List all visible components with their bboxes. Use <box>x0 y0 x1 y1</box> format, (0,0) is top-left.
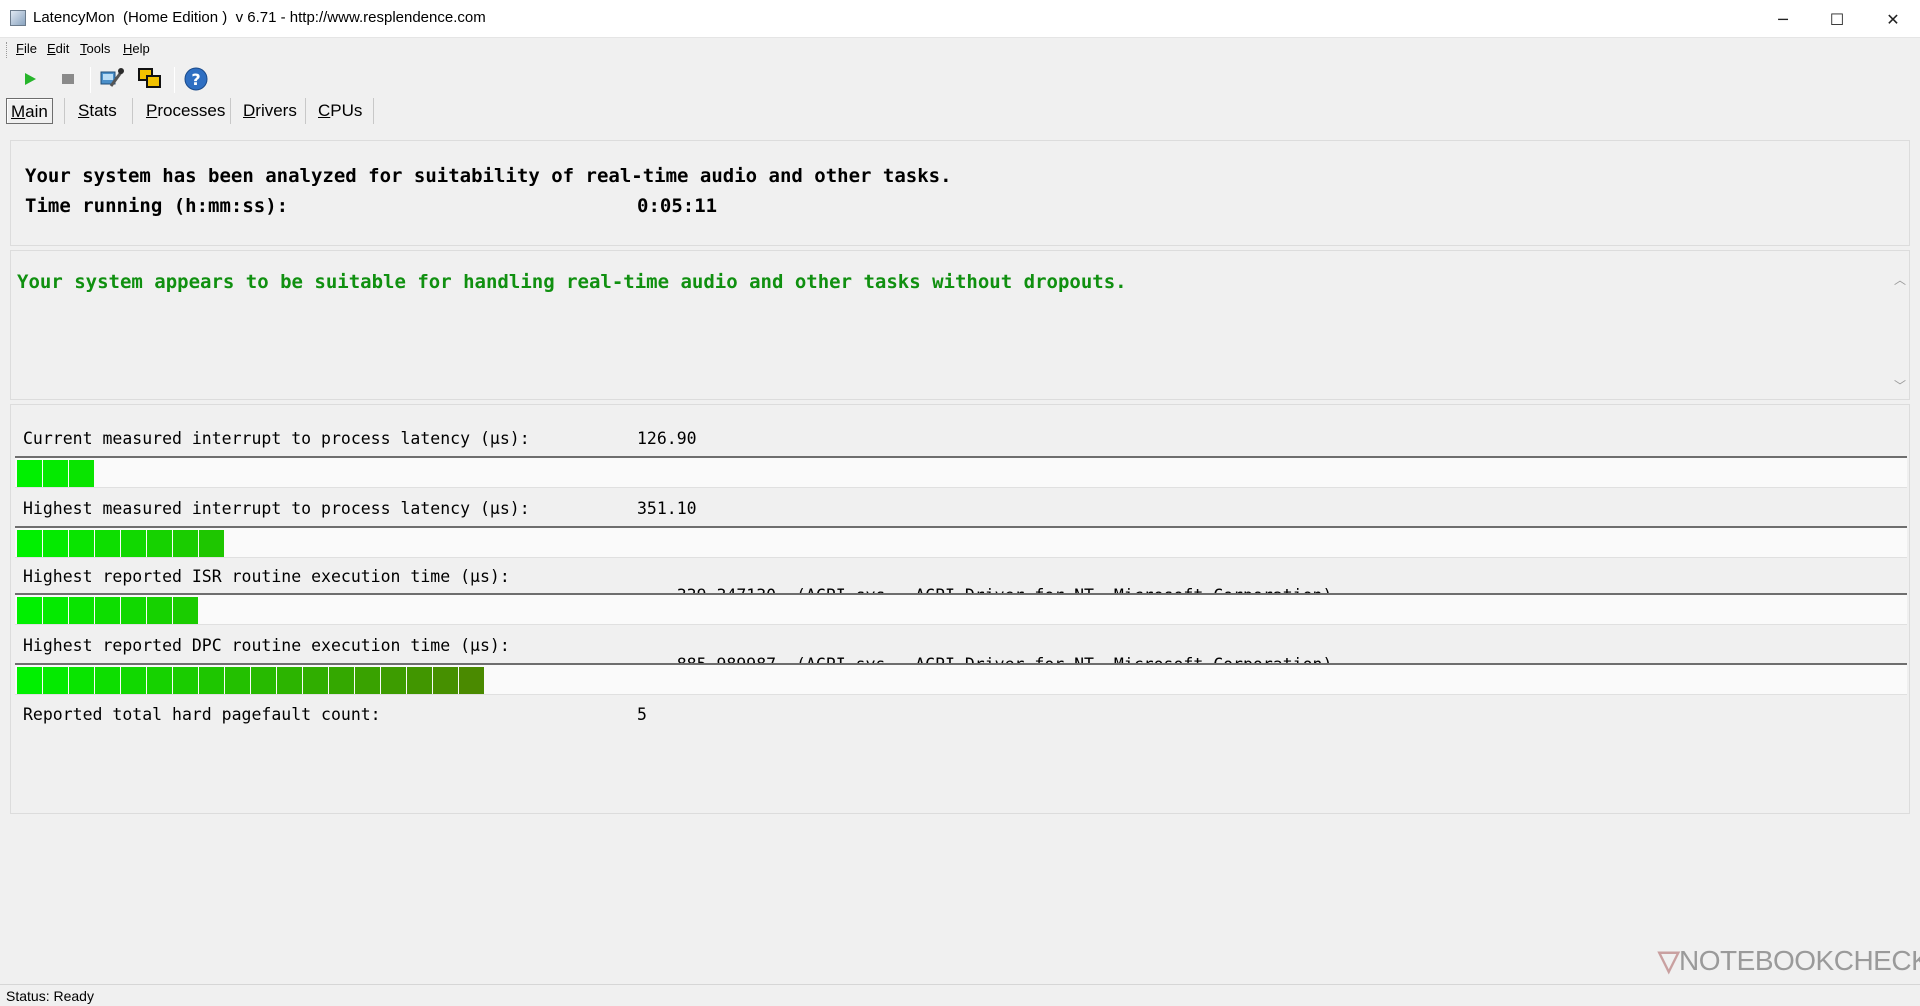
meter-segment <box>17 667 42 694</box>
analyze-icon[interactable] <box>98 65 126 93</box>
meter-segment <box>407 667 432 694</box>
menu-edit[interactable]: Edit <box>47 41 69 56</box>
meter-segment <box>147 530 172 557</box>
status-bar: Status: Ready <box>0 984 1920 1006</box>
meter-segment <box>69 597 94 624</box>
meter-segment <box>17 530 42 557</box>
tab-separator <box>132 98 133 124</box>
tab-separator <box>305 98 306 124</box>
metric-label: Highest measured interrupt to process la… <box>23 499 530 518</box>
menu-file[interactable]: File <box>16 41 37 56</box>
window-title: LatencyMon (Home Edition ) v 6.71 - http… <box>33 9 486 26</box>
metric-label: Current measured interrupt to process la… <box>23 429 530 448</box>
meter-segment <box>147 667 172 694</box>
tab-separator <box>64 98 65 124</box>
meter-segment <box>433 667 458 694</box>
meter-segment <box>43 667 68 694</box>
meter-segment <box>355 667 380 694</box>
close-button[interactable]: ✕ <box>1866 0 1920 38</box>
summary-panel: Your system has been analyzed for suitab… <box>10 140 1910 246</box>
meter-segment <box>17 597 42 624</box>
meter-segment <box>173 530 198 557</box>
time-running-value: 0:05:11 <box>637 195 718 217</box>
title-bar: LatencyMon (Home Edition ) v 6.71 - http… <box>0 0 1920 38</box>
meter-segment <box>199 530 224 557</box>
tab-separator <box>230 98 231 124</box>
meter-segment <box>95 597 120 624</box>
meter-segment <box>69 460 94 487</box>
play-icon[interactable] <box>16 65 44 93</box>
meter-segment <box>173 597 198 624</box>
meter-segment <box>121 530 146 557</box>
metric-label: Highest reported ISR routine execution t… <box>23 567 510 586</box>
meter-segment <box>43 597 68 624</box>
meter-segment <box>173 667 198 694</box>
pagefault-label: Reported total hard pagefault count: <box>23 705 381 724</box>
stop-icon[interactable] <box>54 65 82 93</box>
verdict-text: Your system appears to be suitable for h… <box>17 271 1127 293</box>
tab-drivers[interactable]: Drivers <box>243 98 297 124</box>
tab-stats[interactable]: Stats <box>78 98 117 124</box>
minimize-button[interactable]: ─ <box>1756 0 1810 38</box>
latency-meter <box>15 526 1907 558</box>
tab-processes[interactable]: Processes <box>146 98 225 124</box>
metric-value: 351.10 <box>637 499 697 518</box>
meter-segment <box>381 667 406 694</box>
help-icon[interactable]: ? <box>182 65 210 93</box>
tab-main[interactable]: Main <box>6 98 53 124</box>
metrics-panel: Current measured interrupt to process la… <box>10 404 1910 814</box>
meter-segment <box>459 667 484 694</box>
latency-meter <box>15 456 1907 488</box>
meter-segment <box>147 597 172 624</box>
meter-segment <box>95 667 120 694</box>
meter-segment <box>303 667 328 694</box>
watermark-logo: ▽NOTEBOOKCHECK <box>1658 944 1920 977</box>
scroll-down-icon[interactable]: ﹀ <box>1894 377 1906 394</box>
meter-segment <box>225 667 250 694</box>
analysis-summary-text: Your system has been analyzed for suitab… <box>25 165 952 187</box>
meter-segment <box>95 530 120 557</box>
meter-segment <box>69 530 94 557</box>
meter-segment <box>17 460 42 487</box>
windows-icon[interactable] <box>136 65 164 93</box>
metric-label: Highest reported DPC routine execution t… <box>23 636 510 655</box>
tab-bar: Main Stats Processes Drivers CPUs <box>0 96 1920 124</box>
scroll-up-icon[interactable]: ︿ <box>1894 271 1906 288</box>
meter-segment <box>199 667 224 694</box>
tab-separator <box>373 98 374 124</box>
pagefault-value: 5 <box>637 705 647 724</box>
toolbar-separator <box>174 67 175 93</box>
meter-segment <box>277 667 302 694</box>
menu-bar: File Edit Tools Help <box>0 38 1920 60</box>
meter-segment <box>121 597 146 624</box>
verdict-scrollbar[interactable]: ︿ ﹀ <box>1891 251 1909 399</box>
toolbar-separator <box>90 67 91 93</box>
menu-grip <box>6 42 8 58</box>
meter-segment <box>43 460 68 487</box>
metric-value: 126.90 <box>637 429 697 448</box>
meter-segment <box>251 667 276 694</box>
verdict-panel[interactable]: Your system appears to be suitable for h… <box>10 250 1910 400</box>
watermark-text: NOTEBOOKCHECK <box>1679 945 1920 976</box>
app-icon <box>10 10 26 26</box>
menu-tools[interactable]: Tools <box>80 41 110 56</box>
latency-meter <box>15 593 1907 625</box>
meter-segment <box>121 667 146 694</box>
meter-segment <box>69 667 94 694</box>
toolbar: ? <box>0 61 1920 97</box>
time-running-label: Time running (h:mm:ss): <box>25 195 289 217</box>
tab-cpus[interactable]: CPUs <box>318 98 362 124</box>
svg-text:?: ? <box>191 70 200 89</box>
menu-help[interactable]: Help <box>123 41 150 56</box>
meter-segment <box>43 530 68 557</box>
status-text: Status: Ready <box>6 988 94 1004</box>
watermark-mark: ▽ <box>1658 945 1680 976</box>
meter-segment <box>329 667 354 694</box>
latency-meter <box>15 663 1907 695</box>
maximize-button[interactable]: ☐ <box>1810 0 1864 38</box>
